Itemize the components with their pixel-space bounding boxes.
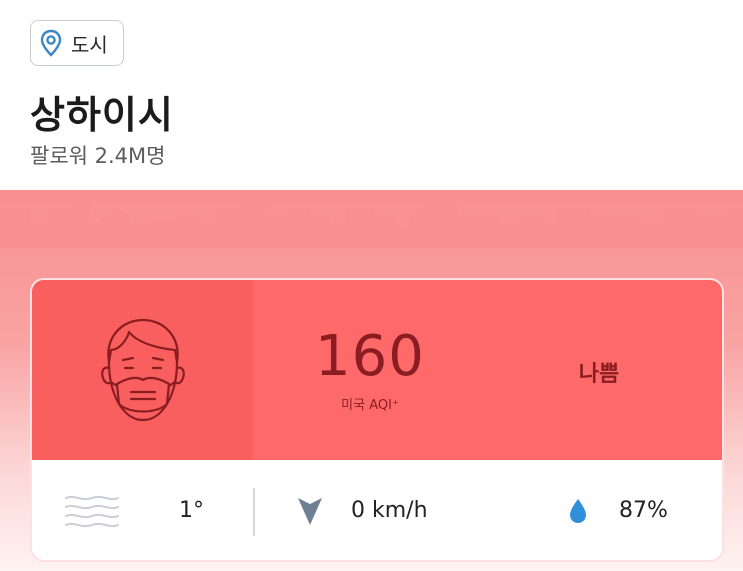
- aqi-value: 160: [315, 324, 425, 389]
- aqi-card[interactable]: 160 미국 AQI⁺ 나쁨 1° 0 km/h 87%: [30, 278, 724, 562]
- wind-speed-value: 0 km/h: [351, 498, 428, 523]
- weather-row: 1° 0 km/h 87%: [32, 460, 722, 560]
- city-name: 상하이시: [30, 93, 174, 137]
- aqi-unit-label: 미국 AQI⁺: [341, 398, 399, 413]
- divider: [253, 488, 255, 536]
- humidity-value: 87%: [619, 498, 668, 523]
- city-skyline-illustration: [0, 192, 743, 248]
- haze-icon: [65, 495, 119, 528]
- mask-face-icon: [100, 318, 185, 422]
- location-tag-label: 도시: [71, 32, 108, 57]
- follower-count: 팔로워 2.4M명: [30, 144, 166, 168]
- temperature-value: 1°: [179, 498, 204, 523]
- aqi-status: 나쁨: [578, 362, 620, 387]
- location-pin-icon: [40, 29, 62, 57]
- humidity-drop-icon: [570, 499, 586, 523]
- wind-direction-icon: [298, 498, 322, 525]
- aqi-panel: 160 미국 AQI⁺ 나쁨: [32, 280, 722, 460]
- face-panel: [32, 280, 253, 460]
- location-tag[interactable]: 도시: [30, 20, 124, 66]
